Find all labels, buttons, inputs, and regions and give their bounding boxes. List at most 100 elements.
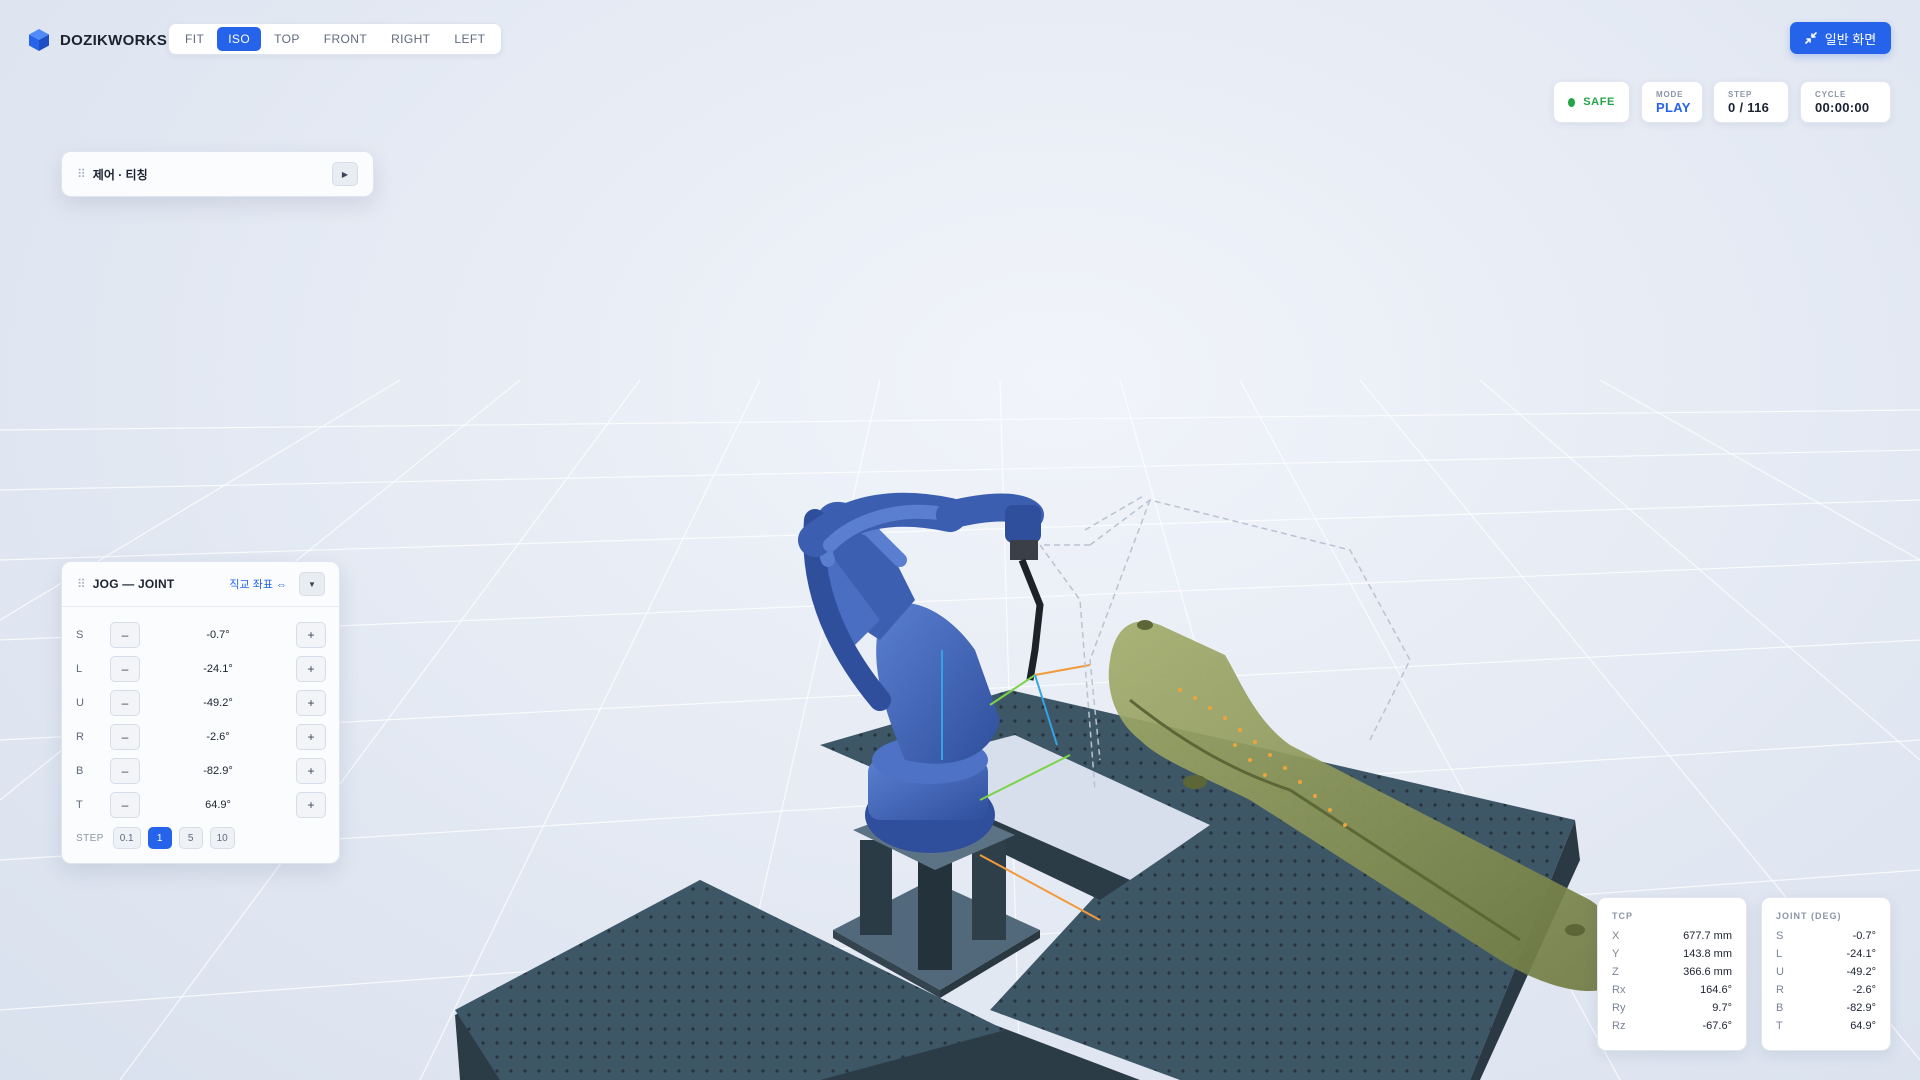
step-value: 0 / 116	[1728, 99, 1770, 115]
view-right-button[interactable]: RIGHT	[380, 27, 441, 51]
jog-minus-button[interactable]: –	[110, 724, 140, 750]
normal-view-label: 일반 화면	[1824, 31, 1877, 47]
joint-key: R	[1776, 984, 1784, 996]
tcp-key: X	[1612, 930, 1620, 942]
status-dot-icon	[1568, 97, 1576, 107]
jog-row-b: B – -82.9° +	[76, 757, 326, 785]
jog-panel: ⠿ JOG — JOINT 직교 좌표 ⇔ ▼ S – -0.7° + L – …	[61, 561, 340, 864]
collapse-icon	[1804, 32, 1817, 44]
safety-status-text: SAFE	[1583, 96, 1615, 108]
mode-card: MODE PLAY	[1641, 81, 1703, 123]
joint-row-l: L -24.1°	[1776, 945, 1876, 963]
drag-handle-icon[interactable]: ⠿	[77, 577, 86, 591]
collapse-panel-button[interactable]: ▼	[299, 572, 325, 596]
joint-key: S	[1776, 930, 1784, 942]
jog-plus-button[interactable]: +	[296, 758, 326, 784]
jog-minus-button[interactable]: –	[110, 622, 140, 648]
jog-header: ⠿ JOG — JOINT 직교 좌표 ⇔ ▼	[62, 562, 339, 607]
axis-label: U	[76, 697, 84, 709]
jog-row-u: U – -49.2° +	[76, 689, 326, 717]
joint-key: L	[1776, 948, 1783, 960]
brand-name: DOZIKWORKS	[60, 31, 168, 49]
view-top-button[interactable]: TOP	[263, 27, 311, 51]
joint-value: -0.7°	[1852, 930, 1876, 942]
tcp-value: 143.8 mm	[1683, 948, 1732, 960]
mode-value: PLAY	[1656, 99, 1691, 115]
tcp-row-x: X 677.7 mm	[1612, 927, 1732, 945]
joint-key: B	[1776, 1002, 1784, 1014]
cube-logo-icon	[29, 29, 49, 51]
tcp-row-rz: Rz -67.6°	[1612, 1017, 1732, 1035]
axis-value: -24.1°	[203, 663, 233, 675]
joint-row-t: T 64.9°	[1776, 1017, 1876, 1035]
joint-row-b: B -82.9°	[1776, 999, 1876, 1017]
step-card: STEP 0 / 116	[1713, 81, 1789, 123]
axis-label: R	[76, 731, 84, 743]
joint-key: T	[1776, 1020, 1783, 1032]
tcp-key: Rx	[1612, 984, 1626, 996]
tcp-row-ry: Ry 9.7°	[1612, 999, 1732, 1017]
tcp-row-z: Z 366.6 mm	[1612, 963, 1732, 981]
tcp-key: Ry	[1612, 1002, 1626, 1014]
axis-value: -49.2°	[203, 697, 233, 709]
step-size-label: STEP	[76, 832, 104, 844]
step-0-1-button[interactable]: 0.1	[112, 827, 141, 849]
jog-plus-button[interactable]: +	[296, 622, 326, 648]
cycle-card: CYCLE 00:00:00	[1800, 81, 1891, 123]
tcp-value: 677.7 mm	[1683, 930, 1732, 942]
view-iso-button[interactable]: ISO	[217, 27, 262, 51]
jog-minus-button[interactable]: –	[110, 792, 140, 818]
brand: DOZIKWORKS	[28, 28, 167, 52]
normal-view-button[interactable]: 일반 화면	[1790, 22, 1891, 54]
joint-title: JOINT (DEG)	[1776, 911, 1842, 921]
tcp-value: 9.7°	[1712, 1002, 1732, 1014]
jog-minus-button[interactable]: –	[110, 690, 140, 716]
step-10-button[interactable]: 10	[209, 827, 235, 849]
view-left-button[interactable]: LEFT	[443, 27, 496, 51]
step-1-button[interactable]: 1	[147, 827, 172, 849]
jog-minus-button[interactable]: –	[110, 656, 140, 682]
cycle-value: 00:00:00	[1815, 99, 1870, 115]
tcp-key: Y	[1612, 948, 1620, 960]
joint-row-u: U -49.2°	[1776, 963, 1876, 981]
step-size-selector: STEP 0.1 1 5 10	[76, 827, 235, 849]
joint-row-s: S -0.7°	[1776, 927, 1876, 945]
chevron-down-icon: ▼	[308, 579, 316, 589]
tcp-row-y: Y 143.8 mm	[1612, 945, 1732, 963]
drag-handle-icon[interactable]: ⠿	[77, 167, 86, 181]
joint-value: -24.1°	[1846, 948, 1876, 960]
joint-readout-panel: JOINT (DEG) S -0.7° L -24.1° U -49.2° R -2.6…	[1761, 897, 1891, 1051]
jog-plus-button[interactable]: +	[296, 724, 326, 750]
jog-row-r: R – -2.6° +	[76, 723, 326, 751]
tcp-value: 366.6 mm	[1683, 966, 1732, 978]
cycle-label: CYCLE	[1815, 89, 1847, 99]
axis-value: -2.6°	[206, 731, 230, 743]
tcp-value: -67.6°	[1702, 1020, 1732, 1032]
axis-value: -82.9°	[203, 765, 233, 777]
jog-row-s: S – -0.7° +	[76, 621, 326, 649]
view-front-button[interactable]: FRONT	[313, 27, 378, 51]
step-label: STEP	[1728, 89, 1753, 99]
safety-status-badge: SAFE	[1553, 81, 1630, 123]
jog-row-t: T – 64.9° +	[76, 791, 326, 819]
tcp-key: Rz	[1612, 1020, 1626, 1032]
jog-plus-button[interactable]: +	[296, 690, 326, 716]
jog-plus-button[interactable]: +	[296, 656, 326, 682]
mode-label: MODE	[1656, 89, 1684, 99]
jog-plus-button[interactable]: +	[296, 792, 326, 818]
expand-panel-button[interactable]: ▶	[332, 162, 358, 186]
axis-value: 64.9°	[205, 799, 231, 811]
axis-label: B	[76, 765, 84, 777]
view-fit-button[interactable]: FIT	[174, 27, 215, 51]
axis-value: -0.7°	[206, 629, 230, 641]
jog-title: JOG — JOINT	[92, 577, 175, 591]
axis-label: T	[76, 799, 83, 811]
cartesian-toggle-link[interactable]: 직교 좌표 ⇔	[229, 576, 287, 592]
play-triangle-icon: ▶	[341, 169, 349, 179]
jog-row-l: L – -24.1° +	[76, 655, 326, 683]
view-toolbar: FIT ISO TOP FRONT RIGHT LEFT	[168, 23, 503, 55]
step-5-button[interactable]: 5	[178, 827, 203, 849]
joint-value: -82.9°	[1846, 1002, 1876, 1014]
jog-minus-button[interactable]: –	[110, 758, 140, 784]
control-panel-title: 제어 · 티칭	[92, 167, 148, 182]
